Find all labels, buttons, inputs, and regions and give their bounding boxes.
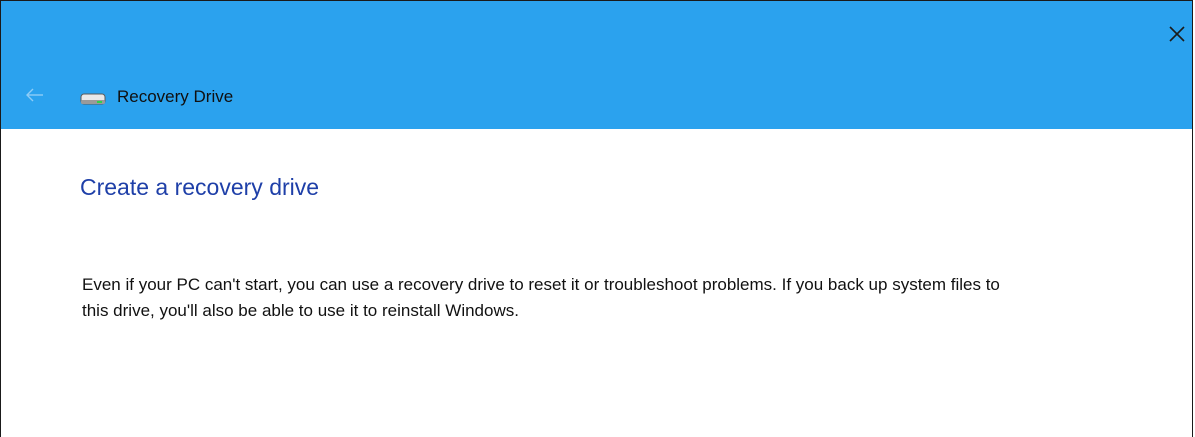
close-button[interactable] [1162,19,1192,49]
window-title: Recovery Drive [117,87,234,106]
drive-icon [79,89,109,107]
title-bar: Recovery Drive [1,1,1192,129]
page-description: Even if your PC can't start, you can use… [82,275,1000,320]
back-button[interactable] [23,86,47,104]
close-icon [1169,26,1185,42]
back-arrow-icon [26,88,43,102]
page-heading: Create a recovery drive [80,174,320,200]
recovery-drive-window: Recovery Drive Create a recovery drive E… [0,0,1193,437]
